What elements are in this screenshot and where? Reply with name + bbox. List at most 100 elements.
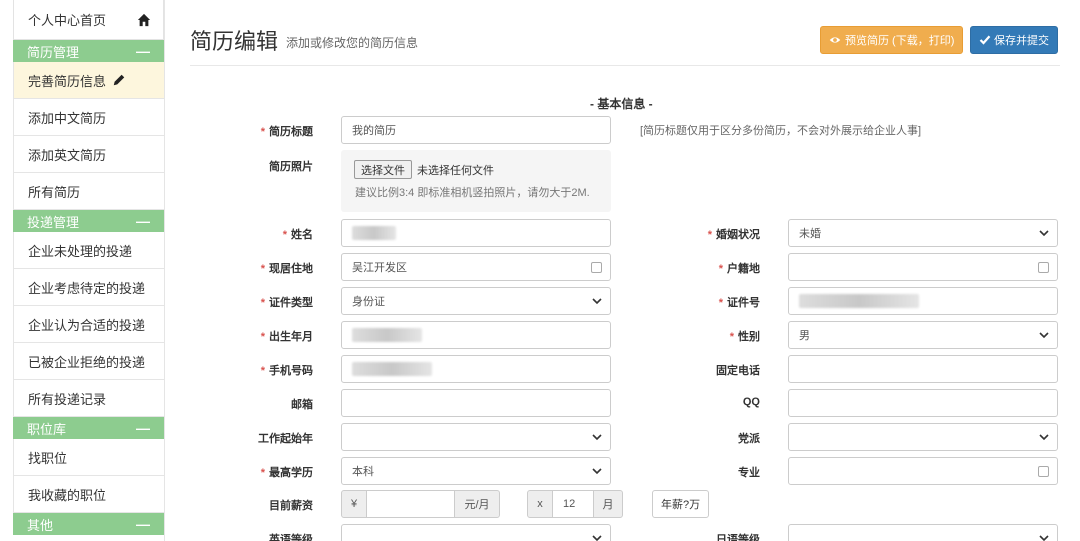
page-header: 简历编辑 添加或修改您的简历信息 预览简历 (下载，打印) 保存并提交: [190, 14, 1060, 66]
english-select[interactable]: [341, 524, 611, 541]
sidebar-home-label: 个人中心首页: [28, 13, 107, 28]
qq-input[interactable]: [788, 389, 1058, 417]
chevron-down-icon: [592, 535, 602, 541]
id-number-label: * 证件号: [718, 297, 760, 309]
sidebar-item-label: 添加英文简历: [28, 147, 107, 163]
sidebar-item-label: 我收藏的职位: [28, 487, 107, 503]
sidebar-item-label: 添加中文简历: [28, 110, 107, 126]
hukou-label: * 户籍地: [718, 263, 760, 275]
per-month-addon: 元/月: [454, 490, 500, 518]
sidebar-item-rejected[interactable]: 已被企业拒绝的投递: [13, 343, 164, 380]
chevron-down-icon: [592, 298, 602, 305]
photo-upload: 选择文件 未选择任何文件 建议比例3:4 即标准相机竖拍照片，请勿大于2M.: [341, 150, 611, 212]
sidebar-group-title: 简历管理: [27, 44, 80, 60]
email-label: 邮箱: [291, 399, 313, 411]
japanese-select[interactable]: [788, 524, 1058, 541]
sidebar-item-pending[interactable]: 企业考虑待定的投递: [13, 269, 164, 306]
work-start-label: 工作起始年: [258, 433, 313, 445]
eye-icon: [829, 37, 841, 43]
sidebar-item-all-resumes[interactable]: 所有简历: [13, 173, 164, 210]
residence-input[interactable]: 吴江开发区: [341, 253, 611, 281]
month-addon: 月: [593, 490, 623, 518]
party-select[interactable]: [788, 423, 1058, 451]
sidebar-item-saved-jobs[interactable]: 我收藏的职位: [13, 476, 164, 513]
sidebar-item-label: 找职位: [28, 450, 68, 466]
sidebar-item-unprocessed[interactable]: 企业未处理的投递: [13, 232, 164, 269]
name-label: * 姓名: [282, 229, 313, 241]
annual-salary-button[interactable]: 年薪?万: [652, 490, 710, 518]
sidebar-item-add-cn-resume[interactable]: 添加中文简历: [13, 99, 164, 136]
birth-label: * 出生年月: [260, 331, 313, 343]
education-label: * 最高学历: [260, 467, 313, 479]
sidebar-item-label: 所有简历: [28, 184, 81, 200]
section-title: - 基本信息 -: [590, 97, 653, 111]
resume-title-hint: [简历标题仅用于区分多份简历，不会对外展示给企业人事]: [640, 125, 922, 137]
sidebar-group-resume[interactable]: 简历管理 —: [13, 40, 164, 62]
sidebar-group-title: 其他: [27, 517, 54, 533]
sidebar-group-title: 职位库: [27, 421, 67, 437]
chevron-down-icon: [1039, 535, 1049, 541]
collapse-icon[interactable]: —: [136, 214, 150, 228]
qq-label: QQ: [742, 396, 760, 408]
sidebar-group-applications[interactable]: 投递管理 —: [13, 210, 164, 232]
birth-input[interactable]: [341, 321, 611, 349]
sidebar-item-label: 企业考虑待定的投递: [28, 280, 146, 296]
hukou-input[interactable]: [788, 253, 1058, 281]
preview-button-label: 预览简历 (下载，打印): [845, 35, 955, 47]
marital-select[interactable]: 未婚: [788, 219, 1058, 247]
save-button-label: 保存并提交: [994, 35, 1049, 47]
mobile-input[interactable]: [341, 355, 611, 383]
major-picker-icon[interactable]: [1038, 466, 1049, 477]
sidebar-item-label: 所有投递记录: [28, 391, 107, 407]
sidebar-item-label: 已被企业拒绝的投递: [28, 354, 146, 370]
save-submit-button[interactable]: 保存并提交: [970, 26, 1058, 54]
collapse-icon[interactable]: —: [136, 517, 150, 531]
times-addon: x: [527, 490, 553, 518]
work-start-select[interactable]: [341, 423, 611, 451]
sidebar-group-other[interactable]: 其他 —: [13, 513, 164, 535]
photo-hint: 建议比例3:4 即标准相机竖拍照片，请勿大于2M.: [355, 187, 590, 199]
preview-resume-button[interactable]: 预览简历 (下载，打印): [820, 26, 964, 54]
sidebar-item-add-en-resume[interactable]: 添加英文简历: [13, 136, 164, 173]
email-input[interactable]: [341, 389, 611, 417]
id-type-label: * 证件类型: [260, 297, 313, 309]
phone-input[interactable]: [788, 355, 1058, 383]
gender-select[interactable]: 男: [788, 321, 1058, 349]
pencil-icon: [113, 74, 125, 86]
sidebar-group-jobs[interactable]: 职位库 —: [13, 417, 164, 439]
residence-label: * 现居住地: [260, 263, 313, 275]
residence-picker-icon[interactable]: [591, 262, 602, 273]
sidebar-item-suitable[interactable]: 企业认为合适的投递: [13, 306, 164, 343]
collapse-icon[interactable]: —: [136, 421, 150, 435]
page-subtitle: 添加或修改您的简历信息: [286, 36, 419, 50]
english-label: 英语等级: [269, 534, 313, 541]
resume-title-input[interactable]: 我的简历: [341, 116, 611, 144]
sidebar-item-label: 企业认为合适的投递: [28, 317, 146, 333]
sidebar-home-link[interactable]: 个人中心首页: [13, 0, 164, 40]
photo-label: 简历照片: [269, 161, 313, 173]
hukou-picker-icon[interactable]: [1038, 262, 1049, 273]
sidebar-item-all-applications[interactable]: 所有投递记录: [13, 380, 164, 417]
chevron-down-icon: [1039, 434, 1049, 441]
page-title: 简历编辑: [190, 29, 279, 54]
major-input[interactable]: [788, 457, 1058, 485]
id-type-select[interactable]: 身份证: [341, 287, 611, 315]
sidebar-item-find-jobs[interactable]: 找职位: [13, 439, 164, 476]
gender-label: * 性别: [729, 331, 760, 343]
party-label: 党派: [738, 433, 760, 445]
collapse-icon[interactable]: —: [136, 44, 150, 58]
education-select[interactable]: 本科: [341, 457, 611, 485]
name-input[interactable]: [341, 219, 611, 247]
currency-addon: ¥: [341, 490, 367, 518]
sidebar: 个人中心首页 简历管理 — 完善简历信息 添加中文简历 添加英文简历 所有简历 投…: [13, 0, 165, 541]
id-number-input[interactable]: [788, 287, 1058, 315]
choose-file-button[interactable]: 选择文件: [354, 160, 412, 179]
chevron-down-icon: [592, 468, 602, 475]
phone-label: 固定电话: [716, 365, 760, 377]
sidebar-item-label: 企业未处理的投递: [28, 243, 133, 259]
salary-label: 目前薪资: [269, 500, 313, 512]
months-input[interactable]: 12: [552, 490, 594, 518]
major-label: 专业: [738, 467, 760, 479]
salary-input[interactable]: [366, 490, 455, 518]
sidebar-item-complete-resume[interactable]: 完善简历信息: [13, 62, 164, 99]
